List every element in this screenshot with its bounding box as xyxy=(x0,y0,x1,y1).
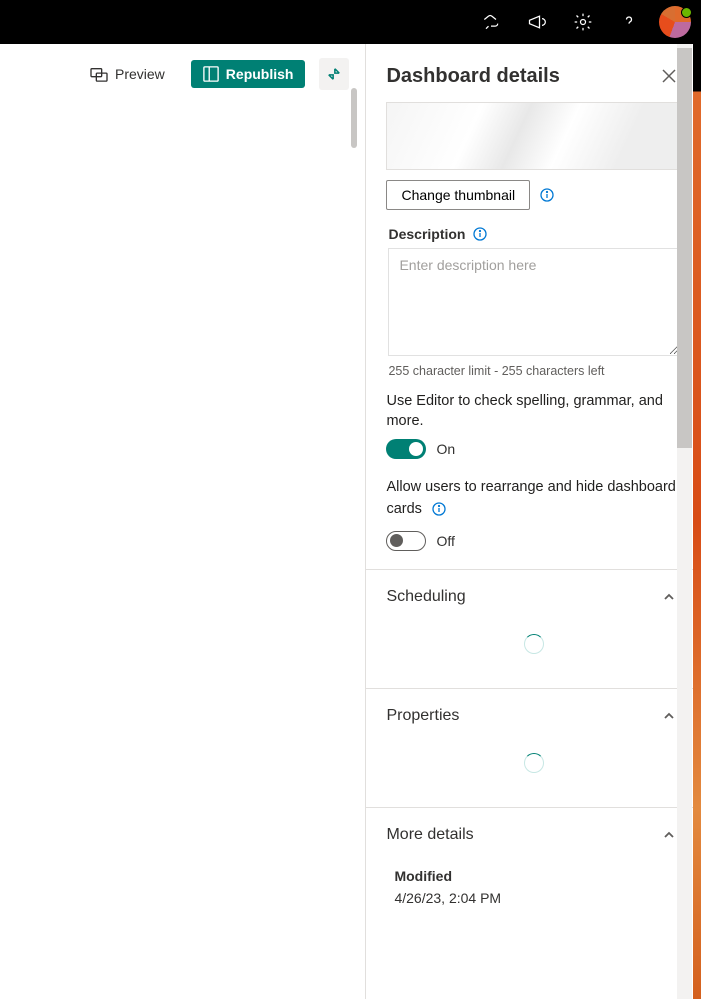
close-icon xyxy=(662,69,676,83)
properties-title: Properties xyxy=(386,707,459,725)
details-panel: Dashboard details Change thumbnail Descr… xyxy=(365,44,701,999)
properties-header[interactable]: Properties xyxy=(366,689,701,743)
more-details-header[interactable]: More details xyxy=(366,808,701,862)
copilot-icon[interactable] xyxy=(475,6,507,38)
megaphone-icon[interactable] xyxy=(521,6,553,38)
scheduling-header[interactable]: Scheduling xyxy=(366,570,701,624)
spinner-icon xyxy=(524,753,544,773)
panel-title: Dashboard details xyxy=(386,65,559,88)
rearrange-info-icon[interactable] xyxy=(432,502,446,516)
chevron-up-icon xyxy=(663,709,677,723)
change-thumbnail-button[interactable]: Change thumbnail xyxy=(386,180,530,210)
description-label: Description xyxy=(388,226,465,242)
editor-toggle[interactable] xyxy=(386,439,426,459)
thumbnail-info-icon[interactable] xyxy=(540,188,554,202)
canvas-scrollbar[interactable] xyxy=(349,88,359,999)
main-area: Preview Republish Dashboard details xyxy=(0,44,701,999)
preview-label: Preview xyxy=(115,66,165,82)
more-details-section: More details Modified 4/26/23, 2:04 PM xyxy=(366,807,701,944)
user-avatar[interactable] xyxy=(659,6,691,38)
layout-icon xyxy=(203,66,219,82)
chevron-up-icon xyxy=(663,828,677,842)
details-panel-wrap: Dashboard details Change thumbnail Descr… xyxy=(365,44,701,999)
scheduling-loading xyxy=(366,624,701,688)
editor-help-text: Use Editor to check spelling, grammar, a… xyxy=(386,392,681,431)
properties-section: Properties xyxy=(366,688,701,807)
window-right-edge xyxy=(693,44,701,999)
editor-toggle-row: On xyxy=(386,439,681,459)
thumbnail-preview xyxy=(386,102,681,170)
rearrange-help-text: Allow users to rearrange and hide dashbo… xyxy=(386,477,681,521)
settings-gear-icon[interactable] xyxy=(567,6,599,38)
modified-value: 4/26/23, 2:04 PM xyxy=(394,890,681,906)
editor-canvas: Preview Republish xyxy=(0,44,365,999)
preview-button[interactable]: Preview xyxy=(78,60,177,88)
collapse-panel-button[interactable] xyxy=(319,58,349,90)
more-details-title: More details xyxy=(386,826,473,844)
editor-toolbar: Preview Republish xyxy=(0,44,365,104)
canvas-scrollbar-thumb[interactable] xyxy=(351,88,357,148)
help-icon[interactable] xyxy=(613,6,645,38)
rearrange-toggle[interactable] xyxy=(386,531,426,551)
scheduling-title: Scheduling xyxy=(386,588,465,606)
description-info-icon[interactable] xyxy=(473,227,487,241)
modified-label: Modified xyxy=(394,868,681,884)
description-char-limit: 255 character limit - 255 characters lef… xyxy=(388,364,679,378)
panel-header: Dashboard details xyxy=(366,44,701,102)
rearrange-toggle-row: Off xyxy=(386,531,681,551)
rearrange-toggle-state: Off xyxy=(436,533,454,549)
scheduling-section: Scheduling xyxy=(366,569,701,688)
description-textarea[interactable] xyxy=(388,248,679,356)
spinner-icon xyxy=(524,634,544,654)
editor-toggle-state: On xyxy=(436,441,455,457)
top-header-bar xyxy=(0,0,701,44)
more-details-body: Modified 4/26/23, 2:04 PM xyxy=(366,868,701,944)
properties-loading xyxy=(366,743,701,807)
panel-scrollbar-thumb[interactable] xyxy=(677,48,692,448)
preview-icon xyxy=(90,66,108,82)
republish-label: Republish xyxy=(226,66,294,82)
collapse-icon xyxy=(327,67,341,81)
republish-button[interactable]: Republish xyxy=(191,60,306,88)
panel-scrollbar[interactable] xyxy=(677,44,692,999)
description-label-row: Description xyxy=(388,226,681,242)
chevron-up-icon xyxy=(663,590,677,604)
thumbnail-controls: Change thumbnail xyxy=(386,180,681,210)
